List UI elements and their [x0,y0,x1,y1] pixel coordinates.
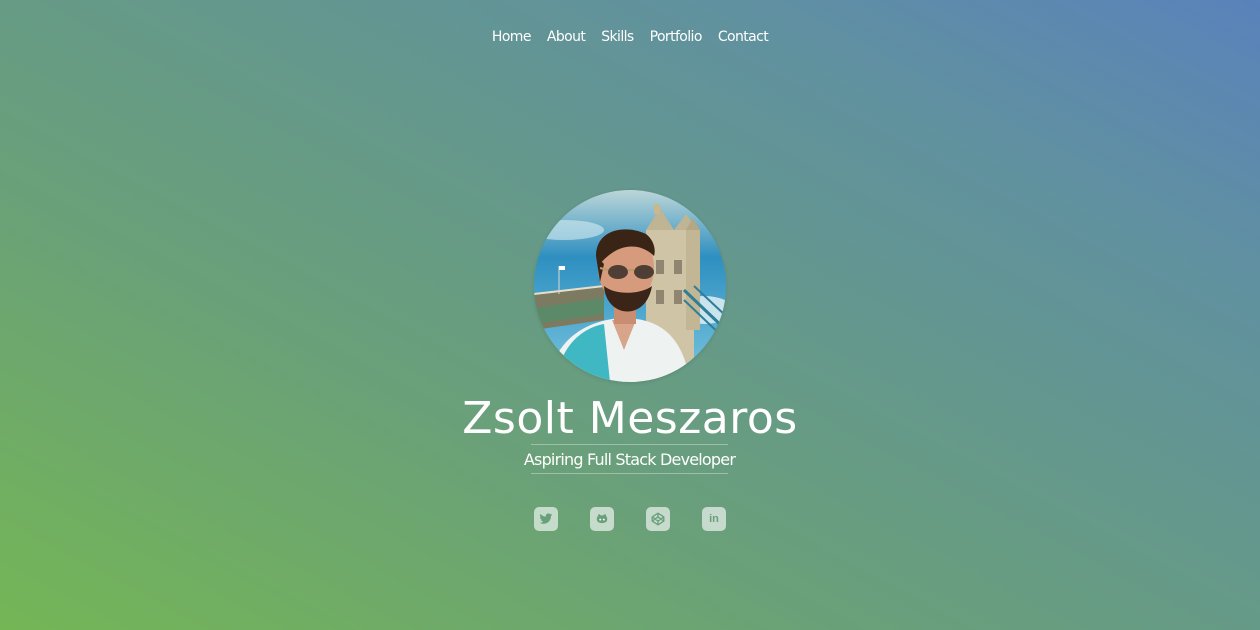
profile-tagline: Aspiring Full Stack Developer [523,449,736,469]
linkedin-icon: in [709,512,719,525]
tagline-box: Aspiring Full Stack Developer [524,444,736,474]
social-links: in [0,507,1260,531]
codepen-icon [651,512,665,526]
nav-link-skills[interactable]: Skills [601,28,634,46]
nav-link-contact[interactable]: Contact [718,28,769,46]
twitter-link[interactable] [534,507,558,531]
github-link[interactable] [590,507,614,531]
github-icon [596,514,608,524]
nav-link-about[interactable]: About [547,28,586,46]
linkedin-link[interactable]: in [702,507,726,531]
nav-link-portfolio[interactable]: Portfolio [650,28,703,46]
profile-name: Zsolt Meszaros [462,393,798,444]
profile-avatar [534,190,726,382]
codepen-link[interactable] [646,507,670,531]
twitter-icon [539,513,553,524]
nav-link-home[interactable]: Home [492,28,532,46]
profile-photo [534,190,726,382]
main-nav: Home About Skills Portfolio Contact [0,28,1260,46]
